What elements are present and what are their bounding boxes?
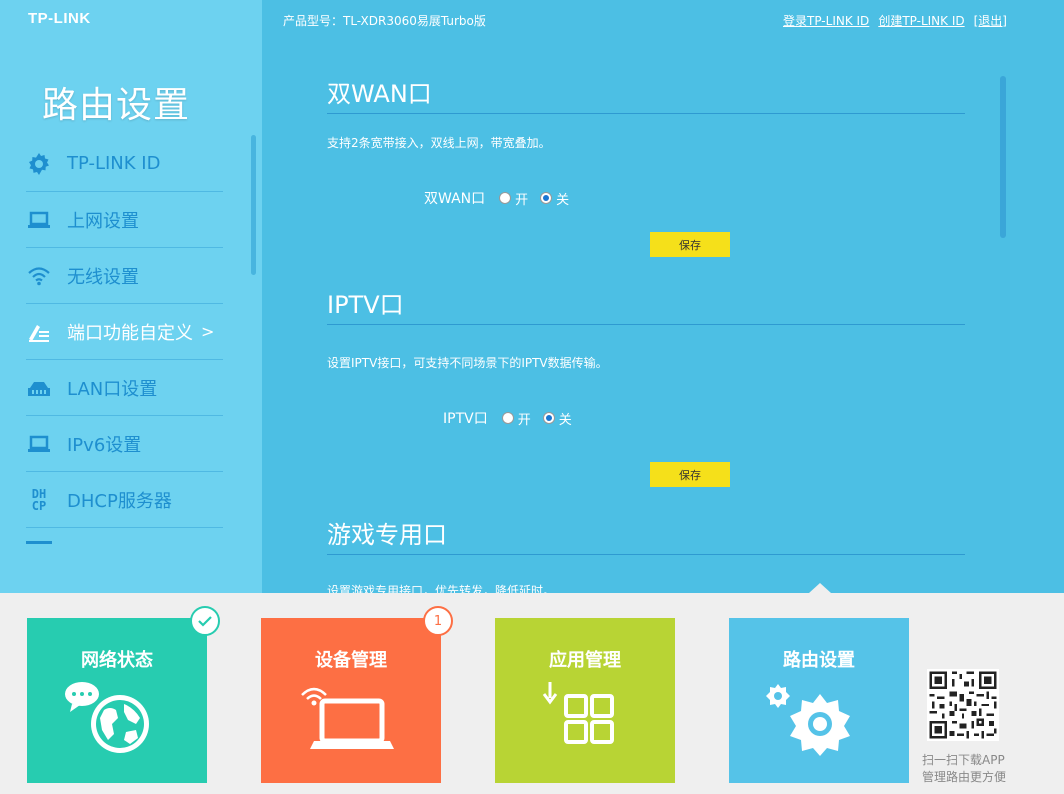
sidebar-item-internet[interactable]: 上网设置: [26, 192, 223, 248]
login-link[interactable]: 登录TP-LINK ID: [783, 12, 869, 29]
dual-wan-radio-group: 双WAN口 开 关: [424, 188, 581, 208]
sidebar-item-dhcp[interactable]: DH CP DHCP服务器: [26, 472, 223, 528]
dual-wan-save-button[interactable]: 保存: [650, 232, 730, 257]
divider: [327, 554, 965, 555]
sidebar-item-label: TP-LINK ID: [67, 153, 161, 174]
iptv-on-radio[interactable]: 开: [501, 409, 531, 428]
game-port-desc: 设置游戏专用接口，优先转发，降低延时。: [327, 584, 556, 593]
dual-wan-desc: 支持2条宽带接入，双线上网，带宽叠加。: [327, 136, 551, 150]
sidebar-item-ipv6[interactable]: IPv6设置: [26, 416, 223, 472]
laptop-wifi-icon: [301, 687, 394, 749]
sidebar-item-label: IPv6设置: [67, 434, 142, 456]
qr-caption-line1: 扫一扫下载APP: [922, 753, 1005, 767]
gears-icon: [766, 684, 850, 756]
qr-caption-line2: 管理路由更方便: [922, 770, 1007, 784]
iptv-radio-group: IPTV口 开 关: [443, 408, 584, 428]
tile-device-management[interactable]: 设备管理: [261, 618, 441, 783]
status-ok-badge: [190, 606, 220, 636]
product-model: 产品型号：TL-XDR3060易展Turbo版: [283, 14, 486, 28]
sidebar-item-label: LAN口设置: [67, 378, 158, 400]
sidebar: TP-LINK 路由设置 TP-LINK ID 上网设置 无线设置 端口功能自定…: [0, 0, 262, 593]
tp-link-logo: TP-LINK: [28, 10, 91, 27]
sidebar-next-item-partial: [26, 541, 52, 545]
divider: [327, 113, 965, 114]
iptv-save-button[interactable]: 保存: [650, 462, 730, 487]
tile-label: 设备管理: [315, 650, 387, 671]
apps-grid-icon: [542, 682, 614, 744]
sidebar-title: 路由设置: [42, 85, 191, 126]
active-tab-pointer: [809, 583, 831, 593]
iptv-title: IPTV口: [327, 291, 404, 319]
dual-wan-on-radio[interactable]: 开: [499, 189, 528, 208]
iptv-label: IPTV口: [443, 411, 488, 427]
dual-wan-label: 双WAN口: [424, 191, 486, 207]
lan-icon: [26, 375, 52, 401]
tile-router-settings[interactable]: 路由设置: [729, 618, 909, 783]
tile-network-status[interactable]: 网络状态: [27, 618, 207, 783]
iptv-desc: 设置IPTV接口，可支持不同场景下的IPTV数据传输。: [327, 356, 608, 370]
sidebar-item-label: 无线设置: [67, 266, 139, 288]
gear-icon: [26, 151, 52, 177]
tile-app-management[interactable]: 应用管理: [495, 618, 675, 783]
laptop-icon: [26, 431, 52, 457]
sidebar-item-port-custom[interactable]: 端口功能自定义 >: [26, 304, 223, 360]
main-scrollbar[interactable]: [1000, 76, 1006, 238]
sidebar-item-tplink-id[interactable]: TP-LINK ID: [26, 136, 223, 192]
game-port-title: 游戏专用口: [327, 521, 447, 549]
globe-chat-icon: [65, 682, 149, 753]
dhcp-icon: DH CP: [31, 486, 47, 513]
tile-label: 网络状态: [81, 650, 153, 671]
dual-wan-off-radio[interactable]: 关: [540, 189, 569, 208]
sidebar-item-label: DHCP服务器: [67, 490, 172, 512]
laptop-icon: [26, 207, 52, 233]
sidebar-item-lan[interactable]: LAN口设置: [26, 360, 223, 416]
sidebar-menu: TP-LINK ID 上网设置 无线设置 端口功能自定义 > LAN口设置 IP…: [26, 136, 223, 528]
device-count-badge: 1: [423, 606, 453, 636]
logout-link[interactable]: [退出]: [974, 12, 1007, 29]
sidebar-item-label: 上网设置: [67, 210, 139, 232]
sidebar-item-label: 端口功能自定义: [67, 322, 193, 344]
iptv-off-radio[interactable]: 关: [542, 409, 572, 428]
dual-wan-title: 双WAN口: [327, 80, 432, 108]
check-icon: [198, 616, 212, 627]
qr-code: [927, 669, 999, 741]
divider: [327, 324, 965, 325]
tile-label: 路由设置: [783, 650, 855, 671]
create-id-link[interactable]: 创建TP-LINK ID: [878, 12, 964, 29]
wifi-icon: [26, 263, 52, 289]
chevron-right-icon: >: [201, 322, 215, 341]
sidebar-item-wireless[interactable]: 无线设置: [26, 248, 223, 304]
tile-label: 应用管理: [549, 650, 621, 671]
account-links: 登录TP-LINK ID 创建TP-LINK ID [退出]: [783, 12, 1007, 29]
port-custom-icon: [26, 319, 52, 345]
sidebar-scrollbar[interactable]: [251, 135, 256, 275]
